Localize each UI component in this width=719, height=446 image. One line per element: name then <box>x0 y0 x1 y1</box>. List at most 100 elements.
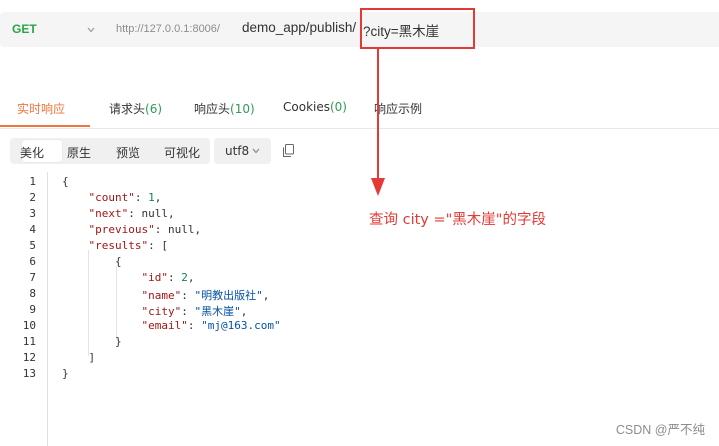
tab-label: 实时响应 <box>17 102 66 116</box>
code-token: "email" <box>141 319 188 332</box>
code-line: { <box>62 255 122 268</box>
watermark: CSDN @严不纯 <box>615 423 705 437</box>
request-bar: GET http://127.0.0.1:8006/ demo_app/publ… <box>0 0 719 58</box>
code-line: } <box>62 367 69 380</box>
copy-icon[interactable] <box>282 144 295 158</box>
encoding-label: utf8 <box>225 144 250 158</box>
response-body: 1 2 3 4 5 6 7 8 9 10 11 12 13 { "count": 1, "next": … <box>0 172 719 446</box>
line-number: 4 <box>29 223 36 236</box>
code-token: : <box>154 223 168 236</box>
code-line: } <box>62 335 122 348</box>
code-token: , <box>187 271 195 284</box>
chevron-down-icon <box>87 27 95 33</box>
code-line: "id": 2, <box>62 271 194 284</box>
line-number: 7 <box>29 271 36 284</box>
code-token: "next" <box>88 207 129 220</box>
code-token: "results" <box>88 239 149 252</box>
code-token: "mj@163.com" <box>201 319 281 332</box>
tab-cookies[interactable]: Cookies(0) <box>283 100 347 114</box>
line-number: 8 <box>29 287 36 300</box>
url-host: http://127.0.0.1:8006/ <box>116 23 220 35</box>
line-number: 10 <box>22 319 36 332</box>
view-mode-pretty[interactable]: 美化 <box>20 144 44 161</box>
code-line: { <box>62 175 69 188</box>
code-line: "previous": null, <box>62 223 202 236</box>
tab-count: (6) <box>145 102 163 116</box>
method-select[interactable]: GET <box>0 12 104 47</box>
code-line: "name": "明教出版社", <box>62 287 269 303</box>
method-label: GET <box>12 22 37 36</box>
arrow-down-icon <box>371 48 385 196</box>
code-token: , <box>262 289 270 302</box>
code-token: } <box>62 335 122 348</box>
code-token: , <box>154 191 162 204</box>
code-token: "name" <box>141 289 182 302</box>
view-mode-preview[interactable]: 预览 <box>116 144 140 161</box>
code-line: "city": "黑木崖", <box>62 303 247 319</box>
annotation-text: 查询 city ="黑木崖"的字段 <box>369 212 546 228</box>
code-token: { <box>62 175 69 188</box>
line-number: 11 <box>22 335 36 348</box>
code-line: "next": null, <box>62 207 175 220</box>
code-token: : <box>134 191 149 204</box>
highlight-box <box>360 8 475 49</box>
code-token: : <box>187 319 202 332</box>
code-token: 2 <box>181 271 188 284</box>
tab-request-headers[interactable]: 请求头(6) <box>109 100 162 117</box>
tab-count: (0) <box>329 100 347 114</box>
view-mode-group: 美化 原生 预览 可视化 <box>10 138 210 164</box>
code-token: , <box>240 305 248 318</box>
code-token: "黑木崖" <box>194 305 241 318</box>
code-token: 1 <box>148 191 155 204</box>
code-token: null <box>167 223 195 236</box>
line-number: 12 <box>22 351 36 364</box>
code-line: "results": [ <box>62 239 168 252</box>
line-number: 2 <box>29 191 36 204</box>
code-token: , <box>194 223 202 236</box>
code-token: null <box>141 207 169 220</box>
tab-response-headers[interactable]: 响应头(10) <box>194 100 255 117</box>
code-token: "city" <box>141 305 182 318</box>
code-token: "previous" <box>88 223 155 236</box>
tab-label: Cookies <box>283 100 330 114</box>
active-tab-indicator <box>0 125 90 127</box>
tab-label: 请求头 <box>109 102 146 116</box>
response-tabs: 实时响应 请求头(6) 响应头(10) Cookies(0) 响应示例 <box>0 92 719 129</box>
code-line: ] <box>62 351 95 364</box>
line-number: 9 <box>29 303 36 316</box>
code-token: "count" <box>88 191 135 204</box>
code-token: { <box>62 255 122 268</box>
tab-realtime-response[interactable]: 实时响应 <box>17 100 65 117</box>
line-number: 5 <box>29 239 36 252</box>
view-toolbar: 美化 原生 预览 可视化 utf8 <box>0 138 719 166</box>
code-line: "email": "mj@163.com" <box>62 319 281 332</box>
chevron-down-icon <box>252 148 260 154</box>
tab-count: (10) <box>230 102 255 116</box>
code-token: : <box>128 207 142 220</box>
url-path: demo_app/publish/ <box>242 20 357 35</box>
code-token: "明教出版社" <box>194 289 263 302</box>
line-number: 1 <box>29 175 36 188</box>
code-token: : [ <box>148 239 168 252</box>
view-mode-visualize[interactable]: 可视化 <box>164 144 200 161</box>
code-token: ] <box>62 351 96 364</box>
tab-label: 响应头 <box>194 102 231 116</box>
line-number: 3 <box>29 207 36 220</box>
code-token: : <box>181 289 195 302</box>
code-token: } <box>62 367 69 380</box>
view-mode-raw[interactable]: 原生 <box>67 144 91 161</box>
code-token: : <box>181 305 195 318</box>
code-token: , <box>168 207 175 220</box>
code-line: "count": 1, <box>62 191 162 204</box>
encoding-select[interactable]: utf8 <box>214 138 271 164</box>
code-token: : <box>167 271 182 284</box>
line-number: 13 <box>22 367 36 380</box>
